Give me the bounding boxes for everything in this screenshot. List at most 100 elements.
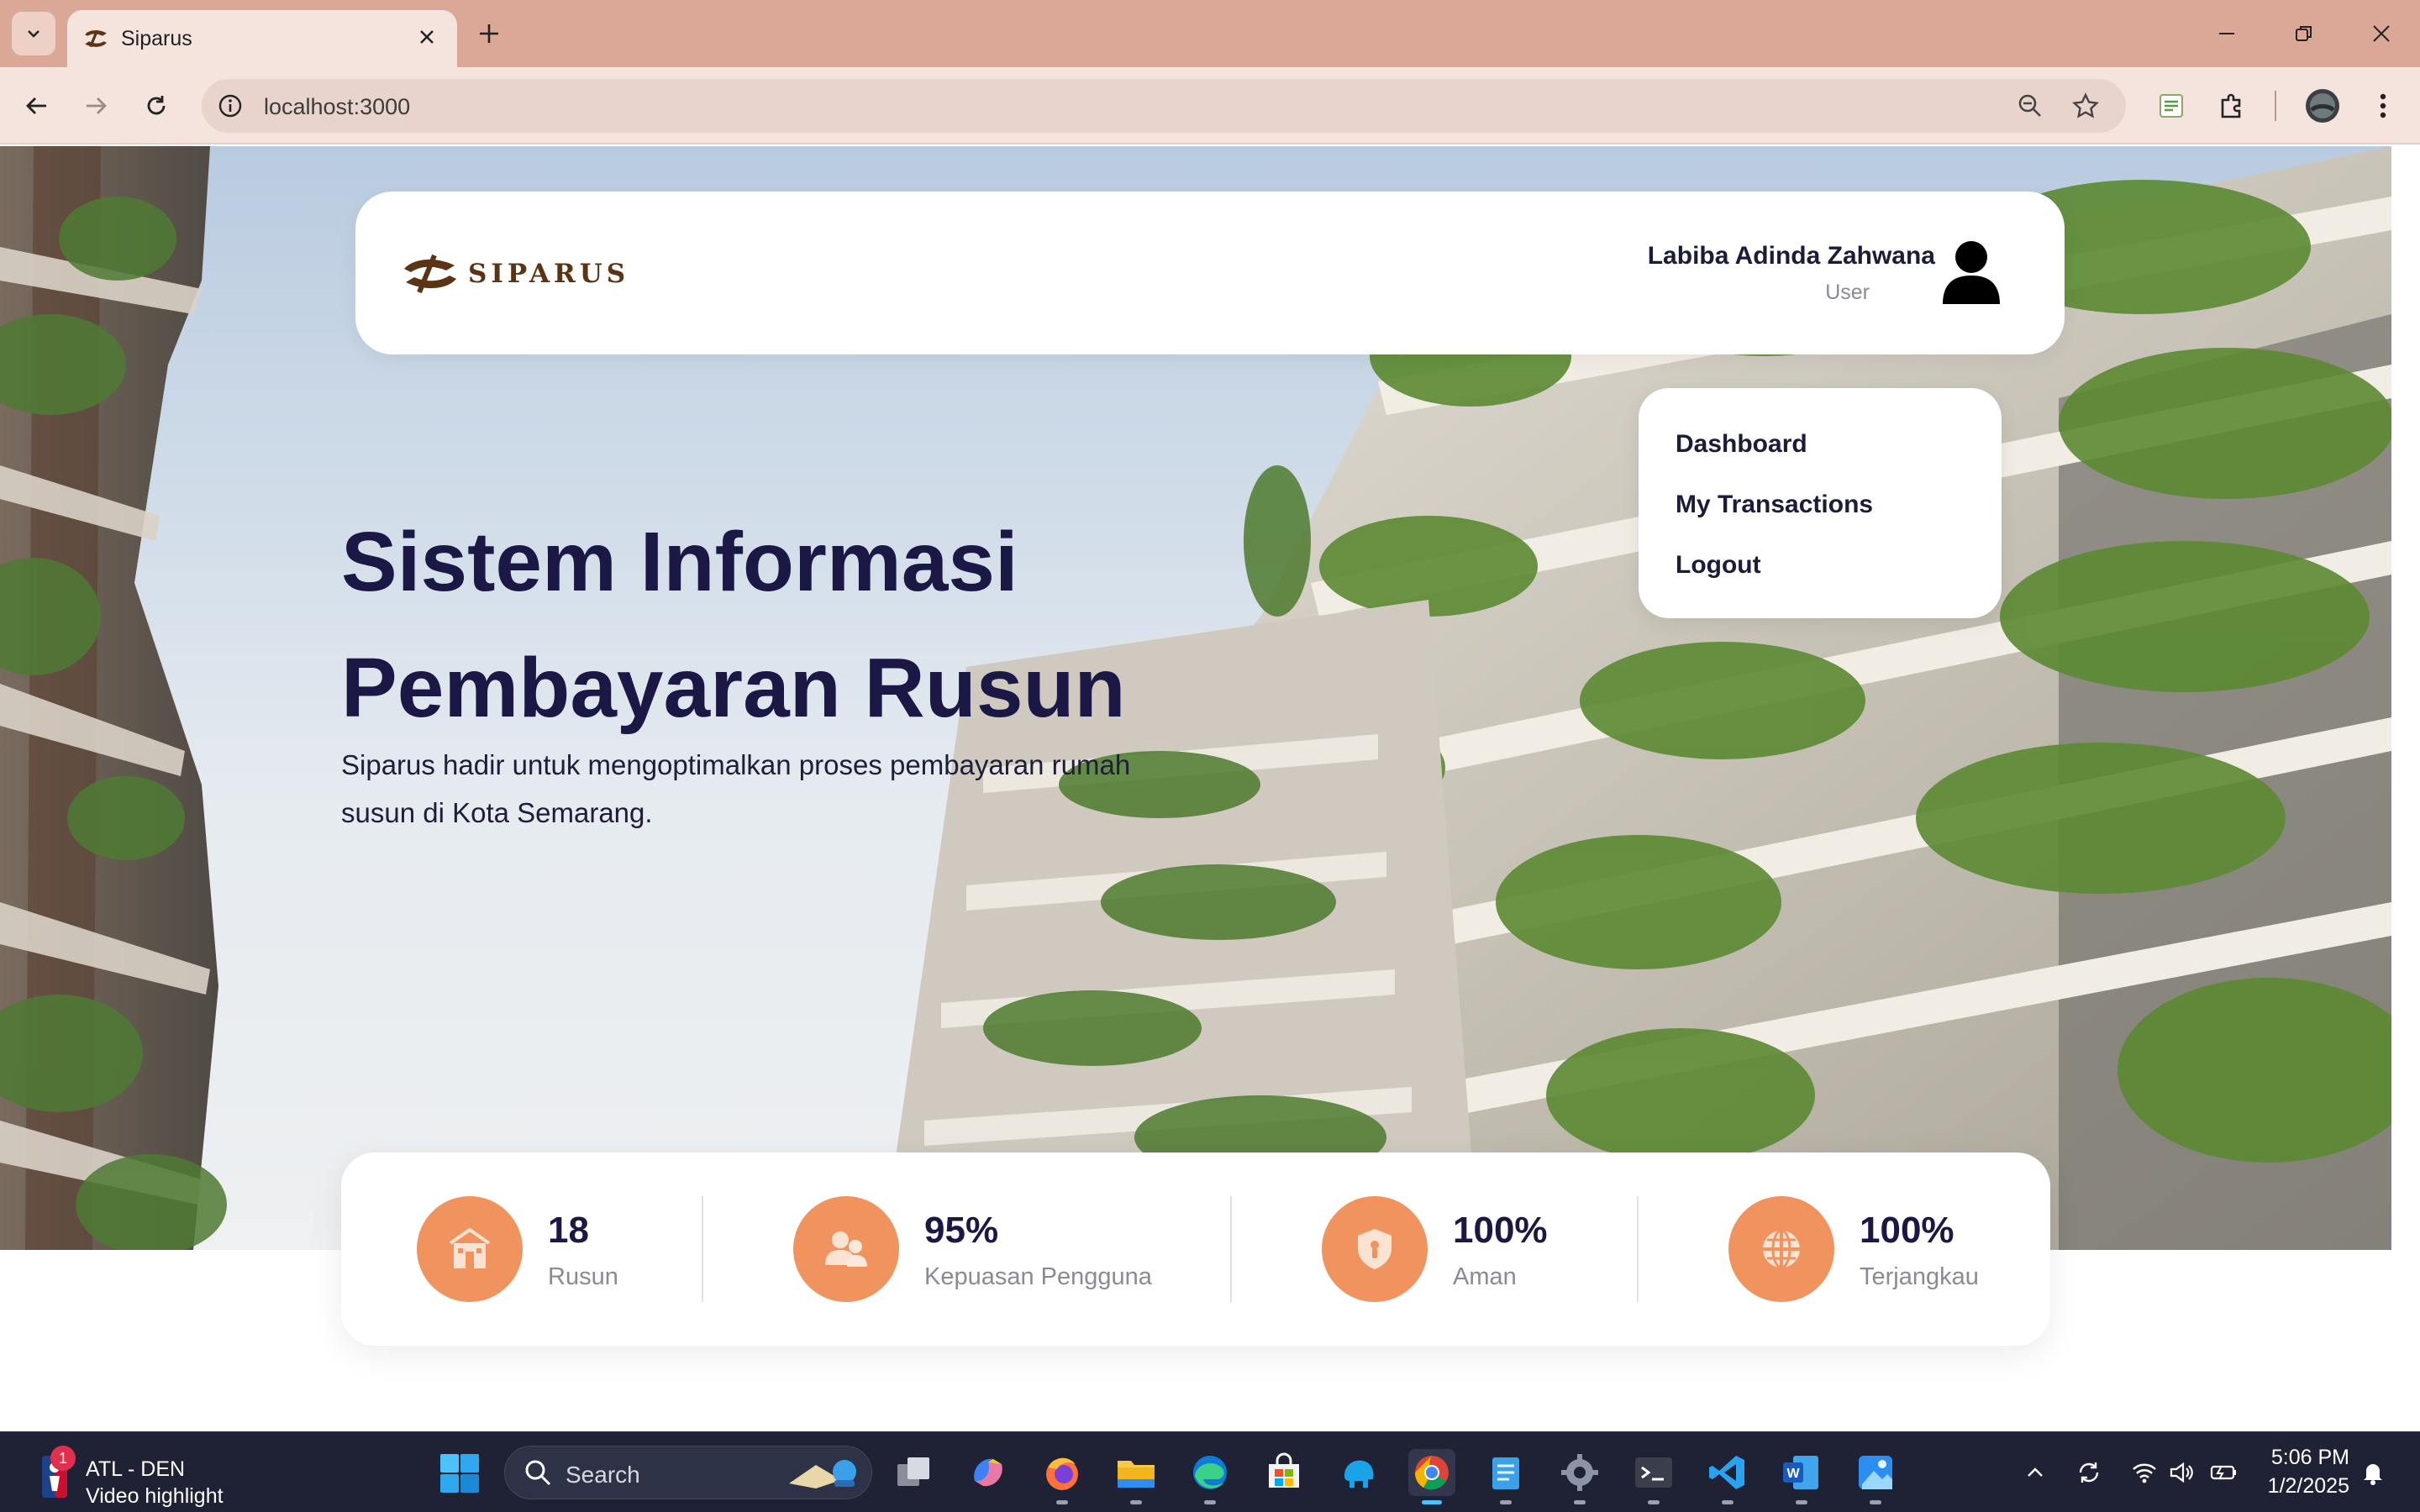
page-viewport: SIPARUS Labiba Adinda Zahwana User Dashb… xyxy=(0,146,2420,1431)
notepad-icon xyxy=(1492,1457,1519,1489)
browser-tab-strip: Siparus xyxy=(0,0,2420,67)
user-name[interactable]: Labiba Adinda Zahwana xyxy=(1648,242,1935,270)
news-widget[interactable]: 1 ATL - DEN Video highlight xyxy=(34,1446,252,1508)
building-icon xyxy=(449,1227,491,1268)
running-indicator xyxy=(1204,1500,1216,1504)
minimize-button[interactable] xyxy=(2202,12,2252,55)
hero-title-line-1: Sistem Informasi xyxy=(341,515,1018,609)
stat-divider xyxy=(1230,1196,1232,1302)
terminal-icon xyxy=(1635,1457,1672,1488)
arrow-left-icon xyxy=(26,97,46,114)
clock-time[interactable]: 5:06 PM xyxy=(2269,1446,2349,1470)
taskbar-chrome[interactable] xyxy=(1408,1449,1455,1504)
running-indicator xyxy=(1870,1500,1881,1504)
stat-value: 95% xyxy=(924,1210,999,1251)
stat-value: 18 xyxy=(548,1210,589,1251)
extension-sheets-button[interactable] xyxy=(2151,86,2191,126)
forward-button[interactable] xyxy=(74,84,118,128)
menu-item-dashboard[interactable]: Dashboard xyxy=(1676,430,1807,459)
notification-badge: 1 xyxy=(50,1446,76,1471)
taskbar-photos[interactable] xyxy=(1852,1449,1899,1504)
taskbar-task-view[interactable] xyxy=(891,1449,938,1496)
bookmark-button[interactable] xyxy=(2069,89,2102,123)
taskbar-search-box[interactable]: Search xyxy=(504,1446,872,1499)
zoom-button[interactable] xyxy=(2013,89,2047,123)
taskbar-edge[interactable] xyxy=(1186,1449,1234,1504)
hero-title: Sistem Informasi Pembayaran Rusun xyxy=(341,499,1434,751)
user-avatar-icon[interactable] xyxy=(1940,240,2002,306)
address-bar[interactable]: localhost:3000 xyxy=(202,79,2126,133)
folder-icon xyxy=(1118,1461,1155,1488)
extensions-button[interactable] xyxy=(2212,86,2252,126)
clock-date[interactable]: 1/2/2025 xyxy=(2252,1474,2349,1499)
new-tab-button[interactable] xyxy=(471,15,508,52)
info-icon xyxy=(218,94,242,118)
bell-icon xyxy=(2364,1464,2382,1485)
reload-button[interactable] xyxy=(134,84,178,128)
show-hidden-icons-button[interactable] xyxy=(2018,1456,2052,1489)
stat-icon-wrapper xyxy=(793,1196,899,1302)
taskbar-firefox[interactable] xyxy=(1039,1449,1086,1504)
active-indicator xyxy=(1422,1500,1442,1504)
user-role: User xyxy=(1825,281,1870,304)
taskbar-notepad[interactable] xyxy=(1482,1449,1529,1504)
url-text: localhost:3000 xyxy=(264,94,411,119)
taskbar-settings[interactable] xyxy=(1556,1449,1603,1504)
browser-toolbar: localhost:3000 xyxy=(0,67,2420,144)
battery-icon xyxy=(2210,1465,2236,1480)
stat-label: Aman xyxy=(1453,1263,1517,1290)
sync-tray-button[interactable] xyxy=(2072,1456,2106,1489)
profile-avatar-icon xyxy=(2306,89,2339,123)
windows-start-button[interactable] xyxy=(439,1452,481,1494)
settings-gear-icon xyxy=(1561,1454,1598,1491)
browser-menu-button[interactable] xyxy=(2363,86,2403,126)
toolbar-separator xyxy=(2275,91,2276,121)
sync-icon xyxy=(2079,1462,2099,1483)
stat-value: 100% xyxy=(1860,1210,1954,1251)
stat-icon-wrapper xyxy=(1322,1196,1428,1302)
hero-subtitle: Siparus hadir untuk mengoptimalkan prose… xyxy=(341,749,1131,828)
windows-taskbar: 1 ATL - DEN Video highlight Search W 5:0… xyxy=(0,1431,2420,1512)
close-icon xyxy=(420,30,434,44)
notifications-button[interactable] xyxy=(2356,1456,2390,1489)
taskbar-file-explorer[interactable] xyxy=(1113,1449,1160,1504)
plus-icon xyxy=(480,24,498,43)
globe-icon xyxy=(1763,1229,1800,1269)
stat-divider xyxy=(1637,1196,1639,1302)
stats-card: 18 Rusun 95% Kepuasan Pengguna 100% Aman… xyxy=(341,1152,2050,1346)
restore-button[interactable] xyxy=(2279,12,2329,55)
browser-tab[interactable]: Siparus xyxy=(67,10,457,67)
battery-tray-button[interactable] xyxy=(2207,1456,2240,1489)
menu-item-my-transactions[interactable]: My Transactions xyxy=(1676,491,1873,519)
taskbar-terminal[interactable] xyxy=(1630,1449,1677,1504)
running-indicator xyxy=(1056,1500,1068,1504)
stat-label: Rusun xyxy=(548,1263,618,1290)
volume-tray-button[interactable] xyxy=(2165,1456,2198,1489)
profile-button[interactable] xyxy=(2302,86,2343,126)
taskbar-wsa[interactable] xyxy=(1334,1449,1381,1496)
reload-icon xyxy=(147,96,166,115)
close-window-button[interactable] xyxy=(2356,12,2407,55)
minimize-icon xyxy=(2219,33,2234,34)
tab-search-button[interactable] xyxy=(12,12,55,55)
back-button[interactable] xyxy=(15,84,59,128)
vscode-icon xyxy=(1709,1456,1744,1489)
brand-name: SIPARUS xyxy=(468,259,630,289)
menu-item-logout[interactable]: Logout xyxy=(1676,551,1761,580)
running-indicator xyxy=(1500,1500,1512,1504)
site-info-button[interactable] xyxy=(213,89,247,123)
shield-icon xyxy=(1358,1229,1392,1269)
siparus-logo[interactable]: SIPARUS xyxy=(401,250,629,297)
chrome-icon xyxy=(1414,1456,1449,1490)
search-placeholder: Search xyxy=(566,1462,640,1488)
close-icon xyxy=(2373,25,2390,42)
tab-close-button[interactable] xyxy=(412,22,442,52)
taskbar-vscode[interactable] xyxy=(1704,1449,1751,1504)
taskbar-store[interactable] xyxy=(1260,1449,1307,1496)
taskbar-word[interactable]: W xyxy=(1778,1449,1825,1504)
hero-section: SIPARUS Labiba Adinda Zahwana User Dashb… xyxy=(0,146,2391,1250)
wifi-tray-button[interactable] xyxy=(2128,1456,2161,1489)
sheets-extension-icon xyxy=(2160,94,2183,118)
running-indicator xyxy=(1130,1500,1142,1504)
taskbar-copilot[interactable] xyxy=(965,1449,1012,1496)
